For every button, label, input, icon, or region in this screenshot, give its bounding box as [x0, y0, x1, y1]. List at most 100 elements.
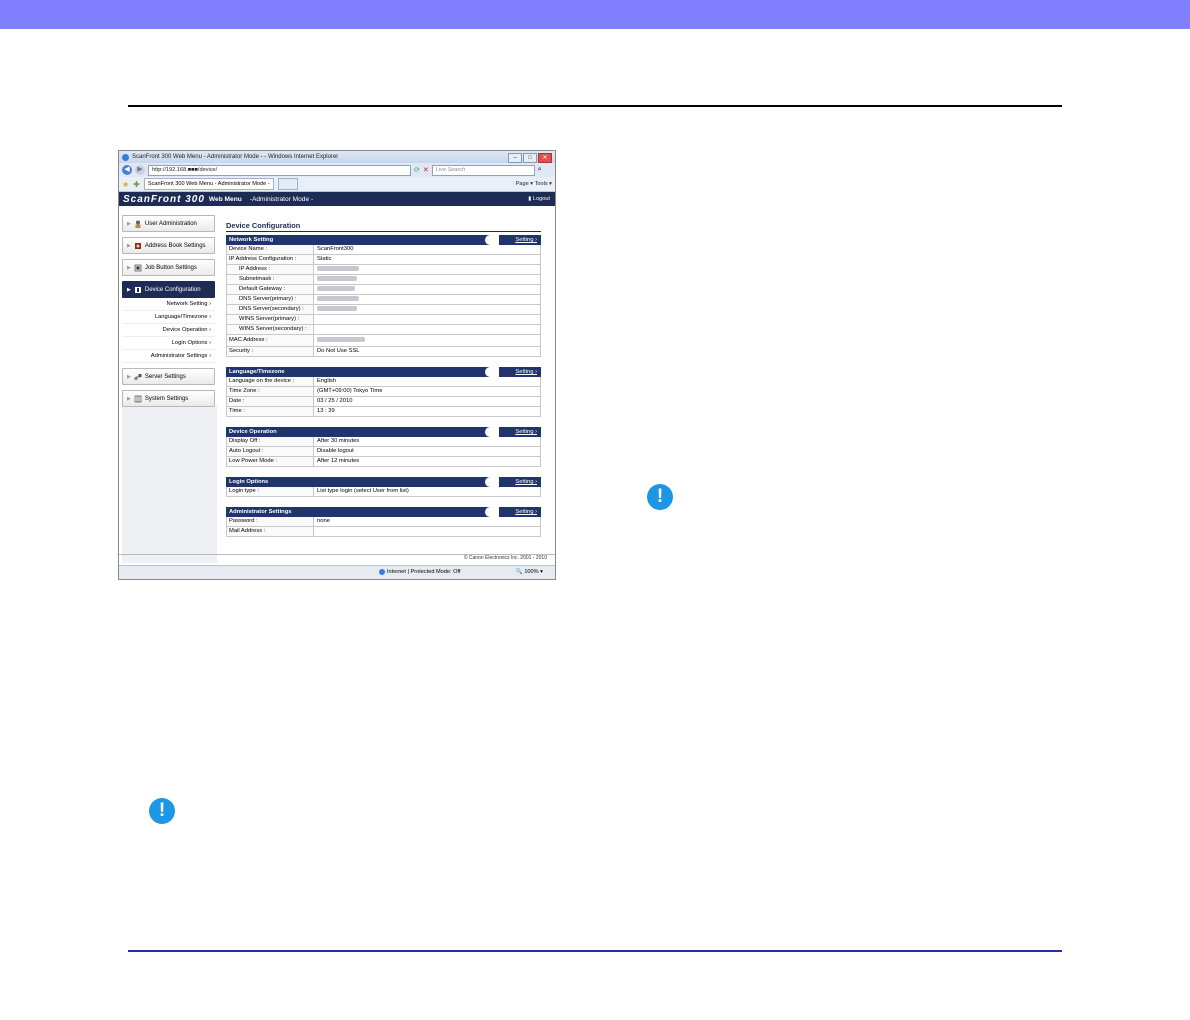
row-key: WINS Server(secondary) : [227, 325, 314, 334]
submenu-label: Network Setting [166, 301, 208, 307]
stop-icon[interactable]: ✕ [423, 166, 429, 174]
submenu-network-setting[interactable]: Network Setting › [122, 298, 215, 311]
zoom-control[interactable]: 🔍 100% ▾ [516, 566, 543, 579]
submenu-label: Administrator Settings [150, 353, 208, 359]
section-title: Login Options [229, 479, 269, 485]
submenu-device-operation[interactable]: Device Operation › [122, 324, 215, 337]
row-key: DNS Server(secondary) : [227, 305, 314, 314]
add-favorites-icon[interactable]: ✚ [133, 180, 140, 189]
sidebar-item-job-button[interactable]: ▶ Job Button Settings [122, 259, 215, 276]
app-header: ScanFront 300 Web Menu -Administrator Mo… [119, 192, 555, 206]
close-button[interactable]: ✕ [538, 153, 552, 163]
row-key: Low Power Mode : [227, 457, 314, 466]
row-key: Time Zone : [227, 387, 314, 396]
logout-link[interactable]: ▮ Logout [528, 196, 550, 202]
row-value: 13 : 39 [317, 408, 335, 414]
sidebar-item-label: User Administration [144, 220, 197, 227]
minimize-button[interactable]: – [508, 153, 522, 163]
sidebar-item-system-settings[interactable]: ▶ System Settings [122, 390, 215, 407]
row-key: Default Gateway : [227, 285, 314, 294]
submenu-language-timezone[interactable]: Language/Timezone › [122, 311, 215, 324]
new-tab-button[interactable] [277, 178, 298, 190]
row-key: DNS Server(primary) : [227, 295, 314, 304]
sidebar-item-server-settings[interactable]: ▶ Server Settings [122, 368, 215, 385]
row-value: Static [317, 256, 332, 262]
zone-label: Internet | Protected Mode: Off [387, 569, 461, 575]
browser-tab[interactable]: ScanFront 300 Web Menu - Administrator M… [143, 178, 274, 190]
language-setting-link[interactable]: Setting › [515, 367, 537, 377]
search-icon[interactable]: ⌕ [538, 166, 542, 174]
copyright: © Canon Electronics Inc. 2001 - 2010 [119, 554, 555, 561]
row-value: English [317, 378, 337, 384]
sidebar: ▶ User Administration ▶ Address Book Set… [122, 215, 215, 412]
user-icon [135, 220, 141, 228]
section-header: Network Setting Setting › [226, 235, 541, 245]
redacted-value [317, 265, 359, 271]
browser-titlebar: ScanFront 300 Web Menu - Administrator M… [119, 151, 555, 163]
row-key: Login type : [227, 487, 314, 496]
network-setting-section: Network Setting Setting › Device Name :S… [226, 235, 541, 357]
sidebar-item-address-book[interactable]: ▶ Address Book Settings [122, 237, 215, 254]
row-value [314, 275, 357, 284]
back-button[interactable]: ◀ [122, 165, 132, 175]
header-notch [485, 427, 499, 437]
favorites-star-icon[interactable]: ★ [122, 180, 129, 189]
row-value: Disable logout [317, 448, 354, 454]
table-row: Auto Logout : Disable logout [226, 447, 541, 457]
search-input[interactable]: Live Search [431, 164, 535, 176]
table-row: Time :13 : 39 [226, 407, 541, 417]
maximize-button[interactable]: □ [523, 153, 537, 163]
header-notch [485, 507, 499, 517]
section-title: Network Setting [229, 237, 274, 243]
top-band [0, 0, 1190, 29]
web-menu-label: Web Menu [208, 195, 242, 203]
sidebar-item-label: Address Book Settings [144, 242, 206, 249]
row-value: After 12 minutes [317, 458, 360, 464]
link-label: Setting [515, 479, 534, 485]
refresh-icon[interactable]: ⟳ [414, 166, 420, 174]
row-value: 03 / 25 / 2010 [317, 398, 353, 404]
table-row: WINS Server(primary) : [226, 315, 541, 325]
table-row: Display Off : After 30 minutes [226, 437, 541, 447]
row-key: Device Name : [227, 245, 314, 254]
device-config-icon [134, 286, 141, 293]
redacted-value [317, 305, 357, 311]
redacted-value [317, 275, 357, 281]
admin-setting-link[interactable]: Setting › [515, 507, 537, 517]
table-row: DNS Server(secondary) : [226, 305, 541, 315]
system-settings-icon [134, 395, 142, 402]
table-row: MAC Address : [226, 335, 541, 347]
table-row: DNS Server(primary) : [226, 295, 541, 305]
submenu-login-options[interactable]: Login Options › [122, 337, 215, 350]
row-value [314, 325, 317, 334]
job-button-icon [134, 264, 142, 271]
row-value [314, 527, 317, 536]
row-key: Auto Logout : [227, 447, 314, 456]
table-row: WINS Server(secondary) : [226, 325, 541, 335]
redacted-value [317, 295, 359, 301]
command-bar[interactable]: Page ▾ Tools ▾ [516, 181, 552, 187]
row-key: IP Address : [227, 265, 314, 274]
forward-button[interactable]: ▶ [135, 165, 145, 175]
header-notch [485, 235, 499, 245]
status-bar: Internet | Protected Mode: Off 🔍 100% ▾ [119, 565, 555, 579]
sidebar-background [122, 406, 217, 563]
address-bar[interactable]: http://192.168.■■■/device/ [148, 164, 411, 176]
table-row: Time Zone : (GMT+09:00) Tokyo Time [226, 387, 541, 397]
content-area: Device Configuration Network Setting Set… [226, 221, 541, 547]
brand-logo: ScanFront 300 [123, 193, 205, 205]
chevron-right-icon: ▶ [127, 395, 131, 402]
operation-setting-link[interactable]: Setting › [515, 427, 537, 437]
network-setting-link[interactable]: Setting › [515, 235, 537, 245]
row-key: Security : [227, 347, 314, 356]
login-setting-link[interactable]: Setting › [515, 477, 537, 487]
table-row: Password : none [226, 517, 541, 527]
row-value [314, 335, 365, 346]
submenu-administrator-settings[interactable]: Administrator Settings › [122, 350, 215, 363]
sidebar-item-user-administration[interactable]: ▶ User Administration [122, 215, 215, 232]
sidebar-item-device-configuration[interactable]: ▶ Device Configuration [122, 281, 215, 298]
row-value: none [317, 518, 330, 524]
row-value [314, 265, 359, 274]
window-controls: – □ ✕ [508, 153, 552, 163]
row-value [314, 305, 357, 314]
